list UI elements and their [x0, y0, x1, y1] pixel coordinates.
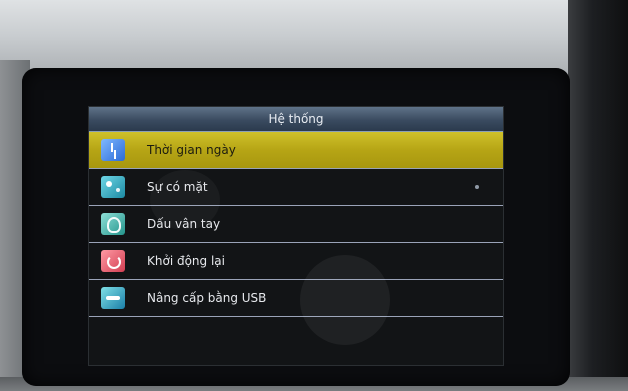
- menu-item-attendance[interactable]: Sự có mặt: [89, 169, 503, 206]
- menu-item-label: Khởi động lại: [147, 254, 225, 268]
- device-bezel-right: [568, 0, 628, 391]
- fingerprint-icon: [101, 213, 125, 235]
- device-bezel-top: [0, 0, 628, 78]
- row-indicator-dot: [475, 185, 479, 189]
- clock-icon: [101, 139, 125, 161]
- menu-item-date-time[interactable]: Thời gian ngày: [89, 132, 503, 169]
- menu-item-label: Dấu vân tay: [147, 217, 221, 231]
- usb-upgrade-icon: [101, 287, 125, 309]
- screen-title: Hệ thống: [89, 107, 503, 132]
- device-screen: Hệ thống Thời gian ngày Sự có mặt Dấu vâ…: [88, 106, 504, 366]
- menu-item-label: Thời gian ngày: [147, 143, 236, 157]
- system-menu: Thời gian ngày Sự có mặt Dấu vân tay Khở…: [89, 132, 503, 317]
- attendance-icon: [101, 176, 125, 198]
- menu-item-restart[interactable]: Khởi động lại: [89, 243, 503, 280]
- menu-item-label: Nâng cấp bằng USB: [147, 291, 267, 305]
- menu-item-fingerprint[interactable]: Dấu vân tay: [89, 206, 503, 243]
- menu-item-label: Sự có mặt: [147, 180, 208, 194]
- menu-item-usb-upgrade[interactable]: Nâng cấp bằng USB: [89, 280, 503, 317]
- restart-icon: [101, 250, 125, 272]
